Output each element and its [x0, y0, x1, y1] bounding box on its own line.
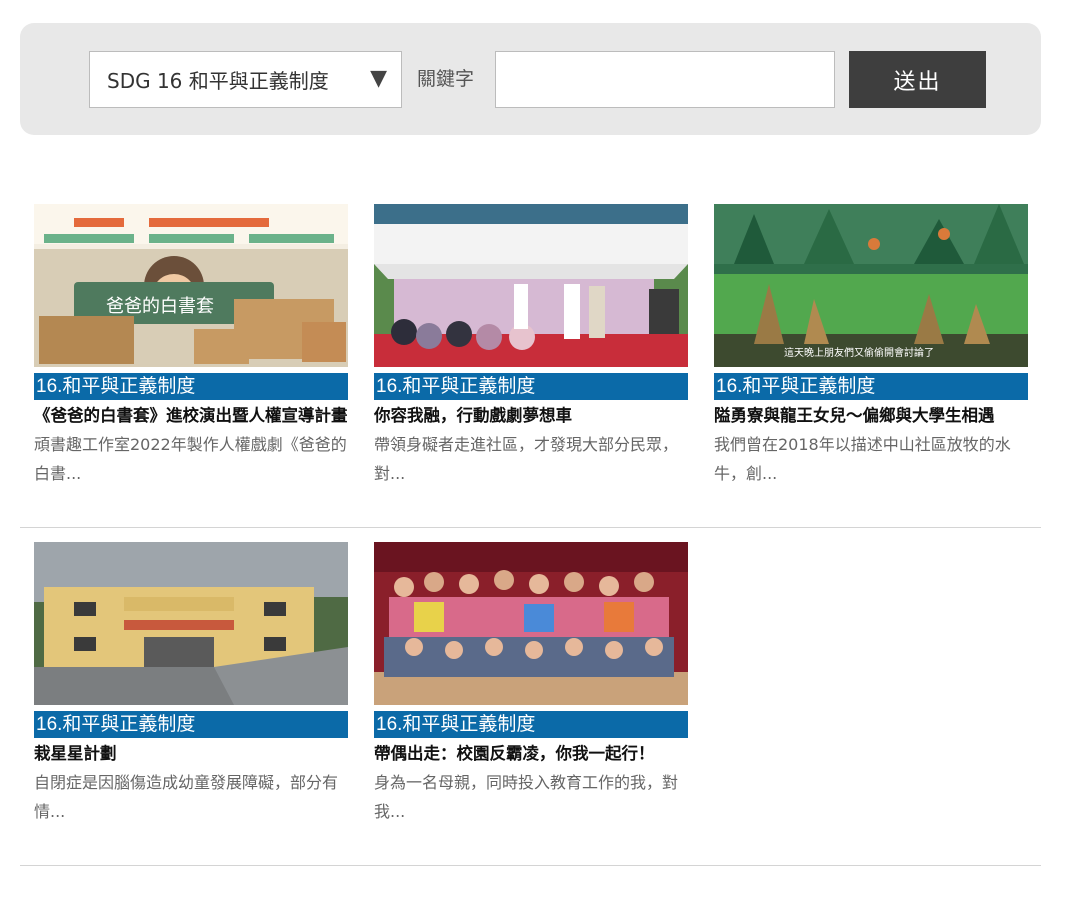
- row-divider: [20, 527, 1041, 528]
- thumbnail-caption: 這天晚上朋友們又偷偷開會討論了: [784, 348, 934, 359]
- article-description: 我們曾在2018年以描述中山社區放牧的水牛，創...: [714, 435, 1011, 483]
- row-divider: [20, 865, 1041, 866]
- article-title[interactable]: 你容我融，行動戲劇夢想車: [374, 402, 688, 430]
- keyword-label: 關鍵字: [417, 68, 475, 90]
- article-card[interactable]: 這天晚上朋友們又偷偷開會討論了 16.和平與正義制度 隘勇寮與龍王女兒～偏鄉與大…: [714, 204, 1028, 488]
- article-card[interactable]: 16.和平與正義制度 你容我融，行動戲劇夢想車 帶領身礙者走進社區，才發現大部分…: [374, 204, 688, 488]
- sdg-tag: 16.和平與正義制度: [374, 373, 688, 400]
- sdg-tag: 16.和平與正義制度: [374, 711, 688, 738]
- article-description: 頑書趣工作室2022年製作人權戲劇《爸爸的白書...: [34, 435, 347, 483]
- submit-button[interactable]: 送出: [849, 51, 986, 108]
- chevron-down-icon: ▼: [370, 66, 387, 91]
- article-thumbnail[interactable]: [374, 204, 688, 367]
- article-thumbnail[interactable]: 爸爸的白書套: [34, 204, 348, 367]
- sdg-tag: 16.和平與正義制度: [34, 373, 348, 400]
- article-thumbnail[interactable]: [34, 542, 348, 705]
- article-title[interactable]: 帶偶出走：校園反霸凌，你我一起行！: [374, 740, 688, 768]
- sdg-tag: 16.和平與正義制度: [34, 711, 348, 738]
- article-card[interactable]: 16.和平與正義制度 栽星星計劃 自閉症是因腦傷造成幼童發展障礙，部分有情...: [34, 542, 348, 826]
- sdg-select[interactable]: SDG 16 和平與正義制度 ▼: [89, 51, 402, 108]
- article-card[interactable]: 16.和平與正義制度 帶偶出走：校園反霸凌，你我一起行！ 身為一名母親，同時投入…: [374, 542, 688, 826]
- article-title[interactable]: 隘勇寮與龍王女兒～偏鄉與大學生相遇: [714, 402, 1028, 430]
- sdg-tag: 16.和平與正義制度: [714, 373, 1028, 400]
- article-card[interactable]: 爸爸的白書套 16.和平與正義制度 《爸爸的白書套》進校演出暨人權宣導計畫 頑書…: [34, 204, 348, 488]
- article-title[interactable]: 栽星星計劃: [34, 740, 348, 768]
- article-description: 帶領身礙者走進社區，才發現大部分民眾，對...: [374, 435, 679, 483]
- article-thumbnail[interactable]: 這天晚上朋友們又偷偷開會討論了: [714, 204, 1028, 367]
- thumbnail-title-text: 爸爸的白書套: [106, 296, 214, 317]
- article-description: 自閉症是因腦傷造成幼童發展障礙，部分有情...: [34, 773, 339, 821]
- article-thumbnail[interactable]: [374, 542, 688, 705]
- sdg-select-value: SDG 16 和平與正義制度: [107, 69, 329, 93]
- article-title[interactable]: 《爸爸的白書套》進校演出暨人權宣導計畫: [34, 402, 348, 430]
- article-description: 身為一名母親，同時投入教育工作的我，對我...: [374, 773, 679, 821]
- keyword-input[interactable]: [495, 51, 835, 108]
